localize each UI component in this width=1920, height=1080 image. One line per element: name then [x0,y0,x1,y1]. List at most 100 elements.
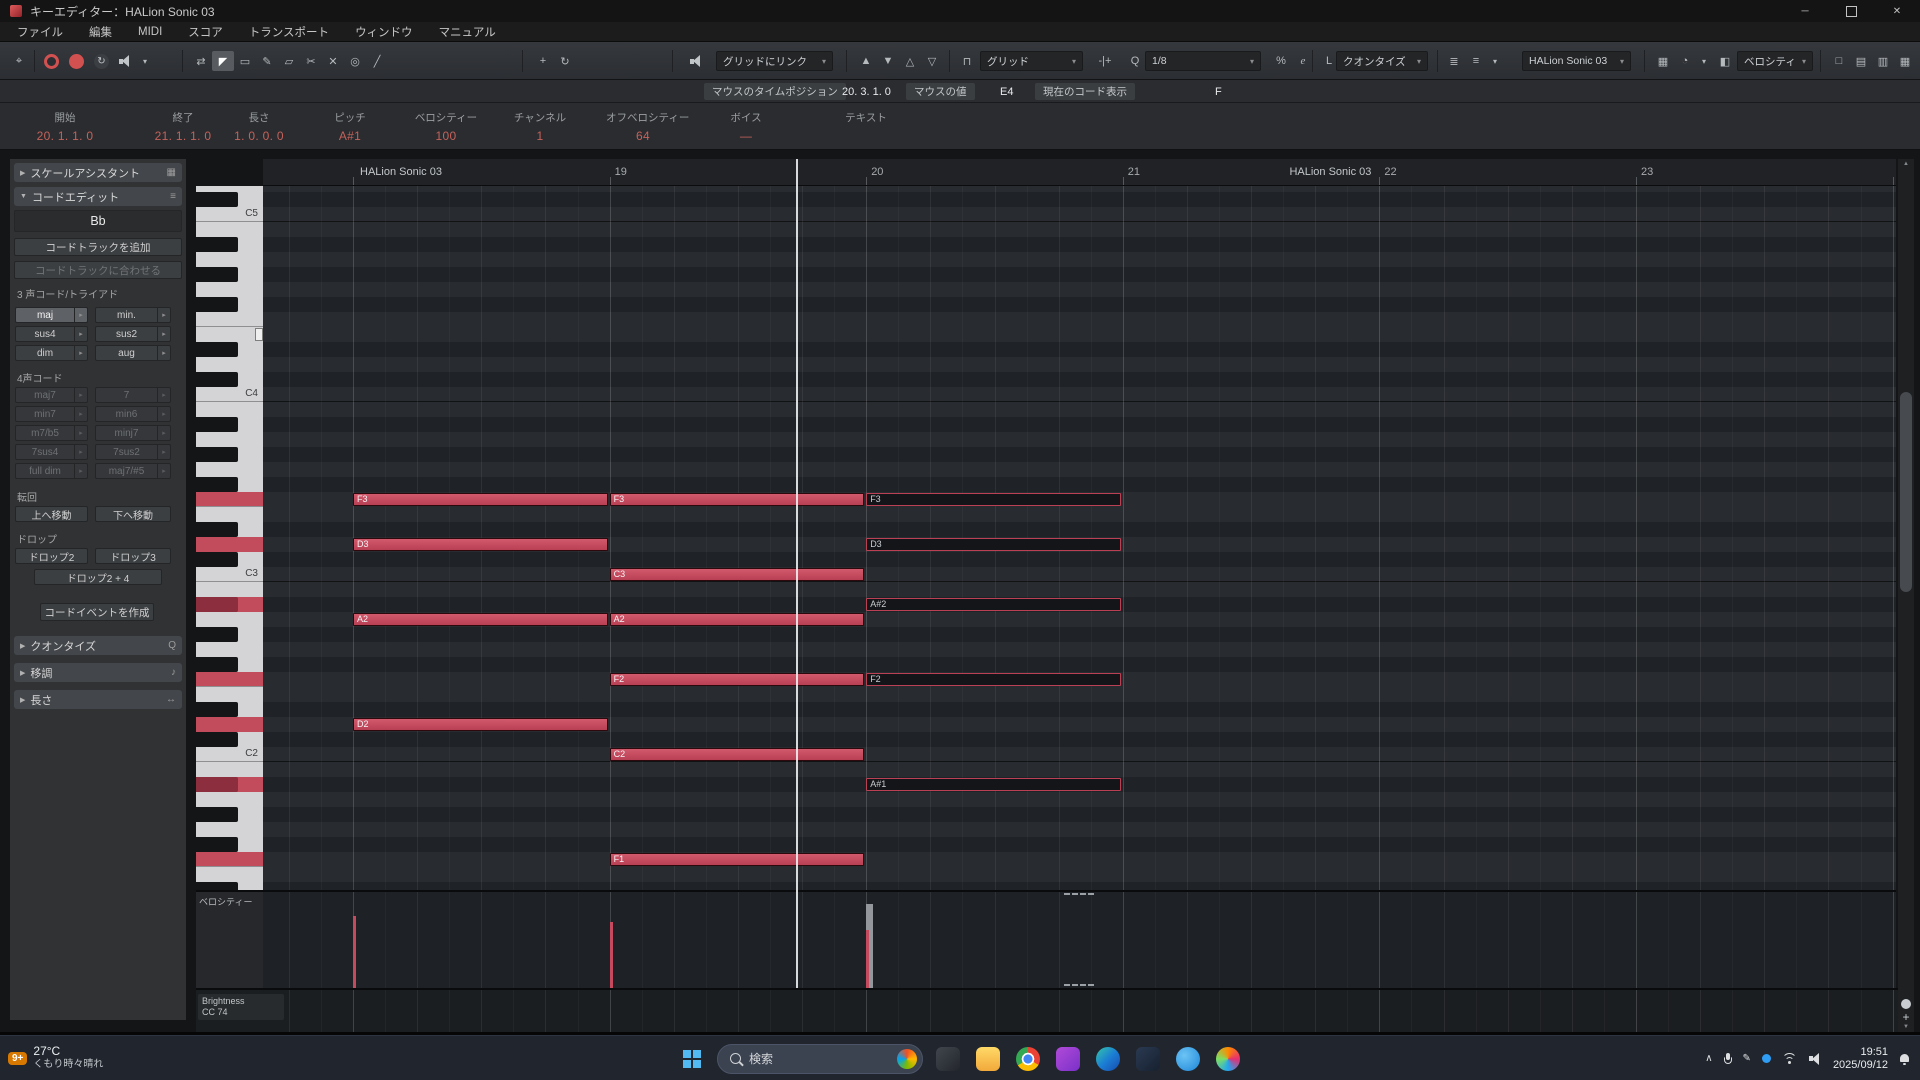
submenu-arrow-icon[interactable]: ▸ [157,308,170,322]
velocity-bar[interactable] [610,922,613,988]
midi-note-F3[interactable]: F3 [866,493,1121,506]
midi-note-A2[interactable]: A2 [353,613,608,626]
info-field-off-velocity[interactable]: オフベロシティー64 [606,110,680,143]
piano-key-B4[interactable] [196,222,263,237]
piano-key-G#3[interactable] [196,447,263,462]
draw-tool-icon[interactable]: ✎ [256,51,278,71]
piano-key-B2[interactable] [196,582,263,597]
controller-lane-grid[interactable] [263,990,1896,1032]
piano-keyboard[interactable]: C5C4C3C2 [196,186,263,890]
piano-key-F2[interactable] [196,672,263,687]
zoom-plus-button[interactable]: + [1900,1011,1912,1023]
taskbar-search[interactable]: 検索 [717,1044,923,1074]
desktop-app-icon[interactable] [1131,1042,1165,1076]
tray-expand-icon[interactable]: ∧ [1705,1053,1712,1064]
zoom-tool-icon[interactable]: ◎ [344,51,366,71]
chord-edit-section[interactable]: ▼ コードエディット ≡ [14,187,182,206]
piano-key-D#4[interactable] [196,342,263,357]
zoom-dot-button[interactable] [1901,999,1911,1009]
piano-key-E4[interactable] [196,327,263,342]
scrollbar-thumb[interactable] [1900,392,1912,592]
info-field-velocity[interactable]: ベロシティー100 [409,110,483,143]
piano-key-F#3[interactable] [196,477,263,492]
setup-icon[interactable]: ⌖ [8,51,30,71]
drop24-button[interactable]: ドロップ2 + 4 [34,569,162,585]
audition-speaker-icon[interactable] [119,55,133,67]
piano-key-A4[interactable] [196,252,263,267]
quantize-q-icon[interactable]: Q [1124,51,1146,71]
mic-icon[interactable] [1724,1053,1732,1065]
range-tool-icon[interactable]: ▭ [234,51,256,71]
loop-button[interactable]: ↻ [94,54,109,69]
quantize-section[interactable]: ▶ クオンタイズ Q [14,636,182,655]
grid-type-combo[interactable]: グリッド▾ [980,51,1083,71]
info-field-length[interactable]: 長さ1. 0. 0. 0 [222,110,296,143]
audition-caret-icon[interactable]: ▾ [137,51,153,71]
midi-note-C3[interactable]: C3 [610,568,865,581]
playhead[interactable] [796,159,798,988]
midi-note-F2[interactable]: F2 [866,673,1121,686]
piano-key-G#4[interactable] [196,267,263,282]
scale-assistant-section[interactable]: ▶ スケールアシスタント ▦ [14,163,182,182]
info-field-text[interactable]: テキスト [829,110,903,129]
midi-note-F3[interactable]: F3 [353,493,608,506]
media-app-icon[interactable] [931,1042,965,1076]
move-up-button[interactable]: 上へ移動 [15,506,88,522]
menu-edit[interactable]: 編集 [76,24,125,40]
piano-key-F3[interactable] [196,492,263,507]
piano-key-D#3[interactable] [196,522,263,537]
midi-note-A#1[interactable]: A#1 [866,778,1121,791]
quantize-preset-combo[interactable]: 1/8▾ [1145,51,1261,71]
piano-key-B1[interactable] [196,762,263,777]
notification-bell-icon[interactable] [1899,1053,1910,1065]
length-section[interactable]: ▶ 長さ ↔ [14,690,182,709]
piano-key-A#3[interactable] [196,417,263,432]
piano-key-A2[interactable] [196,612,263,627]
midi-note-D3[interactable]: D3 [353,538,608,551]
left-zone-icon[interactable]: ▤ [1850,51,1872,71]
transpose-down-icon[interactable]: ▽ [921,51,943,71]
drop3-button[interactable]: ドロップ3 [95,548,171,564]
chord-aug-button[interactable]: aug▸ [95,345,171,361]
scroll-up-icon[interactable]: ▲ [1898,159,1914,169]
piano-key-G#1[interactable] [196,807,263,822]
piano-key-C#4[interactable] [196,372,263,387]
submenu-arrow-icon[interactable]: ▸ [157,346,170,360]
piano-key-E3[interactable] [196,507,263,522]
drop2-button[interactable]: ドロップ2 [15,548,88,564]
controller-lane[interactable]: Brightness CC 74 [196,988,1914,1032]
piano-key-G3[interactable] [196,462,263,477]
close-button[interactable]: ✕ [1874,0,1920,22]
crosshair-icon[interactable]: + [532,51,554,71]
feedback-speaker-icon[interactable] [690,55,704,67]
midi-note-F2[interactable]: F2 [610,673,865,686]
solo-editor-button[interactable] [44,54,59,69]
apply-quantize-icon[interactable]: % [1270,51,1292,71]
maximize-button[interactable] [1828,0,1874,22]
step-input-icon[interactable]: ≣ [1443,51,1465,71]
chord-min-button[interactable]: min.▸ [95,307,171,323]
piano-key-F#1[interactable] [196,837,263,852]
piano-key-C3[interactable]: C3 [196,567,263,582]
transpose-up-icon[interactable]: △ [899,51,921,71]
color-mode-icon[interactable]: ◧ [1714,51,1736,71]
piano-key-E2[interactable] [196,687,263,702]
piano-key-D3[interactable] [196,537,263,552]
chord-sus4-button[interactable]: sus4▸ [15,326,88,342]
chord-maj-button[interactable]: maj▸ [15,307,88,323]
window-zone-icon[interactable]: □ [1828,51,1850,71]
midi-note-D2[interactable]: D2 [353,718,608,731]
velocity-lane[interactable] [263,890,1896,988]
clock-icon[interactable]: ◔ [1674,51,1696,71]
midi-note-F1[interactable]: F1 [610,853,865,866]
menu-transport[interactable]: トランスポート [236,24,342,40]
submenu-arrow-icon[interactable]: ▸ [74,346,87,360]
create-chord-event-button[interactable]: コードイベントを作成 [40,603,154,621]
start-button[interactable] [683,1050,701,1068]
drum-map-icon[interactable]: ▦ [1652,51,1674,71]
velocity-bar[interactable] [866,930,869,988]
snap-icon[interactable]: ⊓ [956,51,978,71]
submenu-arrow-icon[interactable]: ▸ [157,327,170,341]
browser-icon[interactable] [1211,1042,1245,1076]
info-field-end[interactable]: 終了21. 1. 1. 0 [146,110,220,143]
